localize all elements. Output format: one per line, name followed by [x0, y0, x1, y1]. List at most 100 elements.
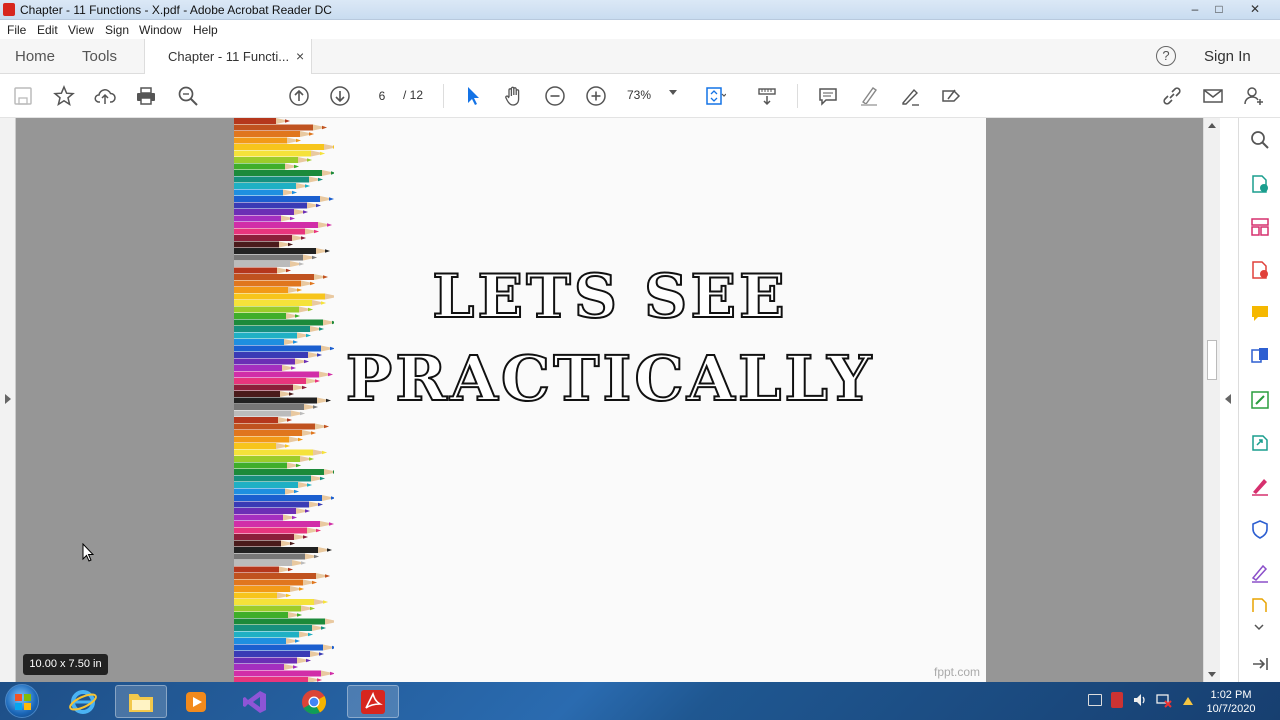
- close-window-button[interactable]: ✕: [1242, 0, 1268, 19]
- pencil: [234, 495, 334, 501]
- hand-tool-icon[interactable]: [502, 84, 526, 108]
- fit-page-icon[interactable]: [703, 84, 727, 108]
- pencil: [234, 488, 299, 495]
- pencil: [234, 163, 299, 170]
- organize-pages-icon[interactable]: [1248, 215, 1272, 239]
- windows-taskbar: 1:02 PM 10/7/2020: [0, 682, 1280, 720]
- pencil: [234, 235, 306, 241]
- tab-home[interactable]: Home: [15, 48, 55, 65]
- maximize-button[interactable]: □: [1206, 0, 1232, 19]
- system-clock[interactable]: 1:02 PM 10/7/2020: [1196, 688, 1266, 716]
- scroll-up-icon[interactable]: [1208, 123, 1216, 128]
- fill-sign-icon[interactable]: [939, 84, 963, 108]
- pencil: [234, 449, 327, 456]
- visual-studio-icon[interactable]: [229, 685, 281, 718]
- minimize-button[interactable]: –: [1182, 0, 1208, 19]
- zoom-out-icon[interactable]: [543, 84, 567, 108]
- menu-view[interactable]: View: [68, 23, 94, 37]
- tab-tools[interactable]: Tools: [82, 48, 117, 65]
- pencil: [234, 332, 311, 339]
- upload-cloud-icon[interactable]: [93, 84, 117, 108]
- help-icon[interactable]: ?: [1156, 46, 1176, 66]
- zoom-level[interactable]: 73%: [627, 88, 651, 102]
- pencil: [234, 527, 321, 534]
- file-explorer-icon[interactable]: [115, 685, 167, 718]
- highlight-pen-icon[interactable]: [857, 84, 881, 108]
- expand-left-pane-icon[interactable]: [5, 394, 11, 404]
- network-alert-icon[interactable]: [1111, 692, 1123, 708]
- tab-document[interactable]: Chapter - 11 Functi... ×: [144, 39, 312, 74]
- pencil: [234, 547, 332, 553]
- document-tab-label: Chapter - 11 Functi...: [168, 49, 290, 64]
- page-number-input[interactable]: 6: [366, 86, 398, 106]
- sign-in-link[interactable]: Sign In: [1204, 48, 1251, 65]
- chevron-down-icon[interactable]: [1254, 618, 1264, 631]
- scroll-thumb[interactable]: [1207, 340, 1217, 380]
- pencil: [234, 469, 334, 475]
- pencil: [234, 521, 334, 527]
- media-player-icon[interactable]: [170, 685, 222, 718]
- menu-file[interactable]: File: [7, 23, 26, 37]
- edit-pdf-icon[interactable]: [1248, 388, 1272, 412]
- pencil: [234, 644, 334, 651]
- right-pane-toggle-strip: [1220, 118, 1238, 682]
- search-icon[interactable]: [1248, 128, 1272, 152]
- draw-sign-icon[interactable]: [898, 84, 922, 108]
- zoom-search-icon[interactable]: [176, 84, 200, 108]
- zoom-in-icon[interactable]: [584, 84, 608, 108]
- bookmark-star-icon[interactable]: [52, 84, 76, 108]
- create-pdf-icon[interactable]: [1248, 258, 1272, 282]
- pencil: [234, 592, 291, 599]
- export-pdf-icon[interactable]: [1248, 172, 1272, 196]
- collapse-right-pane-icon[interactable]: [1225, 394, 1231, 404]
- send-icon[interactable]: [1248, 431, 1272, 455]
- share-link-icon[interactable]: [1160, 84, 1184, 108]
- print-icon[interactable]: [134, 84, 158, 108]
- email-icon[interactable]: [1201, 84, 1225, 108]
- collapse-tools-pane-icon[interactable]: [1248, 652, 1272, 676]
- power-icon[interactable]: [1180, 692, 1196, 708]
- combine-files-icon[interactable]: [1248, 344, 1272, 368]
- acrobat-reader-taskbar-icon[interactable]: [347, 685, 399, 718]
- chrome-icon[interactable]: [288, 685, 340, 718]
- pencil: [234, 618, 334, 625]
- start-button[interactable]: [5, 684, 39, 718]
- add-person-icon[interactable]: [1242, 84, 1266, 108]
- slide-title-line-1: LETS SEE: [431, 261, 788, 333]
- pencil: [234, 586, 304, 592]
- comment-icon[interactable]: [1248, 301, 1272, 325]
- scroll-down-icon[interactable]: [1208, 672, 1216, 677]
- mouse-cursor-icon: [82, 543, 94, 562]
- select-cursor-icon[interactable]: [461, 84, 485, 108]
- network-icon[interactable]: [1156, 692, 1172, 708]
- pencil: [234, 553, 319, 560]
- menu-help[interactable]: Help: [193, 23, 218, 37]
- close-tab-icon[interactable]: ×: [296, 48, 304, 64]
- previous-page-icon[interactable]: [287, 84, 311, 108]
- save-icon[interactable]: [11, 84, 35, 108]
- vertical-scrollbar[interactable]: [1203, 118, 1220, 682]
- sign-icon[interactable]: [1248, 561, 1272, 585]
- pencil: [234, 566, 293, 573]
- menu-edit[interactable]: Edit: [37, 23, 58, 37]
- watermark: fppt.com: [934, 665, 981, 679]
- scroll-mode-icon[interactable]: [755, 84, 779, 108]
- fill-sign-icon[interactable]: [1248, 474, 1272, 498]
- pencil: [234, 573, 330, 579]
- clock-time: 1:02 PM: [1210, 689, 1252, 701]
- left-pane-collapsed[interactable]: [0, 118, 16, 682]
- pencil: [234, 144, 334, 150]
- pencil: [234, 248, 330, 254]
- action-center-icon[interactable]: [1088, 694, 1102, 706]
- pencil: [234, 222, 332, 228]
- protect-icon[interactable]: [1248, 517, 1272, 541]
- volume-icon[interactable]: [1132, 692, 1148, 708]
- zoom-dropdown-icon[interactable]: [669, 90, 677, 95]
- internet-explorer-icon[interactable]: [57, 685, 109, 718]
- menu-window[interactable]: Window: [139, 23, 182, 37]
- next-page-icon[interactable]: [328, 84, 352, 108]
- pencil: [234, 540, 295, 547]
- menu-sign[interactable]: Sign: [105, 23, 129, 37]
- comment-icon[interactable]: [816, 84, 840, 108]
- more-tools-icon[interactable]: [1248, 598, 1272, 612]
